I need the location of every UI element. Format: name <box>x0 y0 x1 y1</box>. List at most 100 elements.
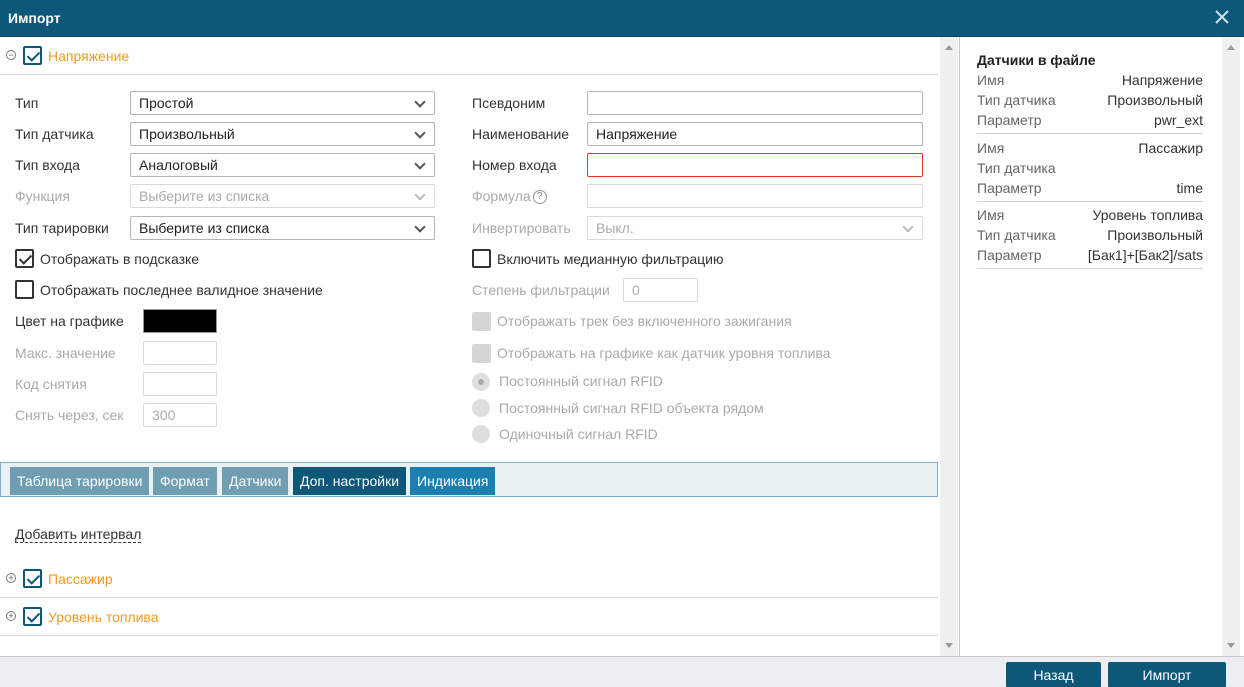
show-in-tooltip-checkbox[interactable] <box>15 249 34 268</box>
row-value: pwr_ext <box>1153 112 1203 128</box>
tab-indication[interactable]: Индикация <box>410 467 496 495</box>
file-sensor-row: Имя Напряжение <box>977 72 1203 92</box>
scroll-down-icon[interactable] <box>945 643 953 648</box>
section-header-voltage[interactable]: − Напряжение <box>0 37 938 75</box>
rfid-nearby-label: Постоянный сигнал RFID объекта рядом <box>499 400 764 416</box>
input-number-label: Номер входа <box>472 157 557 173</box>
row-value: [Бак1]+[Бак2]/sats <box>1087 247 1203 263</box>
back-button[interactable]: Назад <box>1006 662 1101 687</box>
section-header-passenger[interactable]: + Пассажир <box>0 560 938 598</box>
rfid-constant-label: Постоянный сигнал RFID <box>499 373 663 389</box>
input-number-input[interactable] <box>587 153 923 177</box>
right-scrollbar[interactable] <box>1222 37 1240 656</box>
collapse-icon[interactable]: − <box>6 50 16 60</box>
invert-label: Инвертировать <box>472 220 571 236</box>
formula-label: Формула? <box>472 188 547 205</box>
alias-input[interactable] <box>587 91 923 115</box>
section-title-passenger: Пассажир <box>48 571 113 587</box>
calibration-type-select[interactable]: Выберите из списка <box>130 216 435 240</box>
row-key: Параметр <box>977 112 1042 128</box>
section-header-fuel[interactable]: + Уровень топлива <box>0 598 938 636</box>
row-value: Пассажир <box>1138 140 1203 156</box>
calibration-type-label: Тип тарировки <box>15 220 109 236</box>
sensor-type-label: Тип датчика <box>15 126 94 142</box>
invert-select[interactable]: Выкл. <box>587 216 923 240</box>
file-sensor-row: Тип датчика Произвольный <box>977 227 1203 247</box>
import-button[interactable]: Импорт <box>1108 662 1226 687</box>
row-key: Имя <box>977 72 1005 88</box>
chart-color-swatch[interactable] <box>143 309 217 333</box>
name-label: Наименование <box>472 126 570 142</box>
formula-input[interactable] <box>587 184 923 208</box>
tab-sensors[interactable]: Датчики <box>222 467 289 495</box>
type-label: Тип <box>15 95 39 111</box>
close-icon[interactable] <box>1212 7 1232 27</box>
file-sensor-row: Имя Уровень топлива <box>977 207 1203 227</box>
row-key: Параметр <box>977 247 1042 263</box>
track-no-ignition-checkbox[interactable] <box>472 312 491 331</box>
calibration-type-select-placeholder: Выберите из списка <box>139 220 270 236</box>
sensor-type-select[interactable]: Произвольный <box>130 122 435 146</box>
section-title-fuel: Уровень топлива <box>48 609 159 625</box>
row-key: Тип датчика <box>977 92 1056 108</box>
add-interval-link[interactable]: Добавить интервал <box>15 527 142 543</box>
divider <box>977 133 1203 134</box>
dialog-titlebar: Импорт <box>0 0 1244 37</box>
row-value: Уровень топлива <box>1092 207 1204 223</box>
median-filter-checkbox[interactable] <box>472 249 491 268</box>
chevron-down-icon <box>414 221 426 233</box>
chart-color-label: Цвет на графике <box>15 313 124 329</box>
row-key: Имя <box>977 207 1005 223</box>
function-label: Функция <box>15 188 70 204</box>
file-sensor-row: Параметр time <box>977 180 1203 200</box>
file-sensors-title: Датчики в файле <box>977 52 1096 68</box>
section-checkbox-passenger[interactable] <box>23 569 42 588</box>
left-scrollbar[interactable] <box>940 37 958 656</box>
file-sensor-row: Параметр pwr_ext <box>977 112 1203 132</box>
tab-format[interactable]: Формат <box>153 467 217 495</box>
scroll-up-icon[interactable] <box>1227 45 1235 50</box>
tab-extra-settings[interactable]: Доп. настройки <box>293 467 407 495</box>
invert-select-value: Выкл. <box>596 220 634 236</box>
function-select-placeholder: Выберите из списка <box>139 188 270 204</box>
scroll-down-icon[interactable] <box>1227 643 1235 648</box>
section-title-voltage: Напряжение <box>48 48 130 64</box>
rfid-single-label: Одиночный сигнал RFID <box>499 426 658 442</box>
tab-calibration-table[interactable]: Таблица тарировки <box>10 467 150 495</box>
remove-after-input[interactable]: 300 <box>143 403 217 427</box>
filter-degree-input[interactable]: 0 <box>623 278 698 302</box>
function-select[interactable]: Выберите из списка <box>130 184 435 208</box>
expand-icon[interactable]: + <box>6 611 16 621</box>
chevron-down-icon <box>414 127 426 139</box>
type-select-value: Простой <box>139 95 194 111</box>
input-type-select[interactable]: Аналоговый <box>130 153 435 177</box>
formula-label-text: Формула <box>472 188 531 204</box>
show-last-valid-checkbox[interactable] <box>15 280 34 299</box>
as-fuel-sensor-label: Отображать на графике как датчик уровня … <box>497 345 831 361</box>
row-value: Напряжение <box>1121 72 1203 88</box>
input-type-label: Тип входа <box>15 157 80 173</box>
rfid-nearby-radio[interactable] <box>472 399 490 417</box>
alias-label: Псевдоним <box>472 95 546 111</box>
show-in-tooltip-label: Отображать в подсказке <box>40 251 200 267</box>
track-no-ignition-label: Отображать трек без включенного зажигани… <box>497 313 792 329</box>
help-icon[interactable]: ? <box>532 190 547 205</box>
expand-icon[interactable]: + <box>6 573 16 583</box>
as-fuel-sensor-checkbox[interactable] <box>472 344 491 363</box>
show-last-valid-label: Отображать последнее валидное значение <box>40 282 323 298</box>
type-select[interactable]: Простой <box>130 91 435 115</box>
settings-tab-bar: Таблица тарировки Формат Датчики Доп. на… <box>0 462 938 497</box>
max-value-input[interactable] <box>143 341 217 365</box>
section-checkbox-voltage[interactable] <box>23 46 42 65</box>
rfid-single-radio[interactable] <box>472 425 490 443</box>
rfid-constant-radio[interactable] <box>472 373 490 391</box>
divider <box>977 201 1203 202</box>
scroll-up-icon[interactable] <box>945 45 953 50</box>
name-input[interactable]: Напряжение <box>587 122 923 146</box>
chevron-down-icon <box>902 221 914 233</box>
removal-code-input[interactable] <box>143 372 217 396</box>
sensor-type-select-value: Произвольный <box>139 126 235 142</box>
row-value: Произвольный <box>1107 92 1203 108</box>
section-checkbox-fuel[interactable] <box>23 607 42 626</box>
row-value: Произвольный <box>1107 227 1203 243</box>
